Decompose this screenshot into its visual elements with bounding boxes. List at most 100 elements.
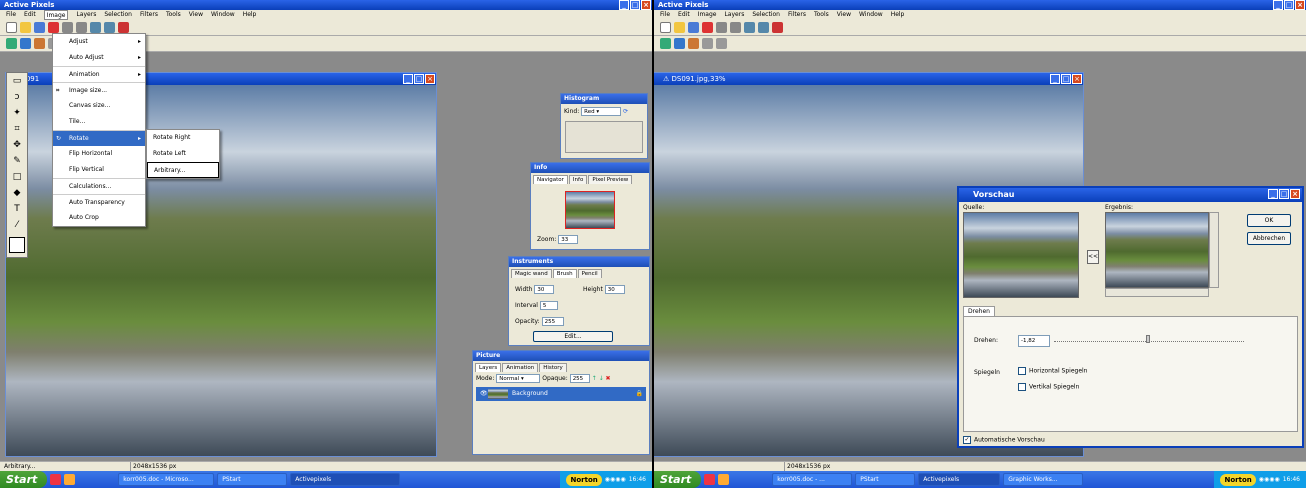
- source-preview[interactable]: [963, 212, 1079, 298]
- copy-icon[interactable]: [104, 22, 115, 33]
- minimize-button[interactable]: _: [1273, 0, 1283, 10]
- quicklaunch-icon[interactable]: [50, 474, 62, 485]
- menu-layers[interactable]: Layers: [724, 10, 744, 20]
- refresh-icon[interactable]: ⟳: [623, 108, 628, 115]
- doc-maximize-button[interactable]: □: [414, 74, 424, 84]
- start-button[interactable]: Start: [654, 471, 702, 488]
- close-button[interactable]: ×: [641, 0, 651, 10]
- menu-item-auto-transparency[interactable]: Auto Transparency: [53, 194, 145, 210]
- menu-item-auto-crop[interactable]: Auto Crop: [53, 210, 145, 226]
- brush-icon[interactable]: [20, 38, 31, 49]
- maximize-button[interactable]: □: [630, 0, 640, 10]
- new-icon[interactable]: [6, 22, 17, 33]
- save-icon[interactable]: [34, 22, 45, 33]
- start-button[interactable]: Start: [0, 471, 48, 488]
- task-korr005[interactable]: korr005.doc - ...: [772, 473, 853, 486]
- menu-window[interactable]: Window: [859, 10, 883, 20]
- rotate-slider-thumb[interactable]: [1146, 335, 1150, 343]
- delete-icon[interactable]: [772, 22, 783, 33]
- menu-image[interactable]: Image: [43, 10, 69, 20]
- width-input[interactable]: 30: [534, 285, 555, 294]
- menu-item-rotate[interactable]: ↻ Rotate ▸: [53, 130, 145, 146]
- rotate-angle-input[interactable]: -1,82: [1018, 335, 1050, 347]
- mode-select[interactable]: Normal ▾: [496, 374, 541, 383]
- lock-icon[interactable]: 🔒: [636, 387, 643, 401]
- zoom-icon[interactable]: [716, 38, 727, 49]
- new-icon[interactable]: [660, 22, 671, 33]
- task-pstart[interactable]: PStart: [217, 473, 288, 486]
- menu-view[interactable]: View: [837, 10, 851, 20]
- menu-edit[interactable]: Edit: [678, 10, 690, 20]
- tab-pixel-preview[interactable]: Pixel Preview: [588, 175, 633, 184]
- opaque-input[interactable]: 255: [569, 374, 590, 383]
- mirror-vertical-option[interactable]: Vertikal Spiegeln: [1018, 383, 1079, 391]
- delete-icon[interactable]: [118, 22, 129, 33]
- doc-close-button[interactable]: ×: [1072, 74, 1082, 84]
- result-horizontal-scrollbar[interactable]: [1105, 288, 1209, 297]
- brush-icon[interactable]: [674, 38, 685, 49]
- submenu-arbitrary[interactable]: Arbitrary...: [147, 162, 219, 178]
- save-icon[interactable]: [688, 22, 699, 33]
- tab-drehen[interactable]: Drehen: [963, 306, 995, 316]
- tab-magic-wand[interactable]: Magic wand: [511, 269, 552, 278]
- menu-item-auto-adjust[interactable]: Auto Adjust ▸: [53, 50, 145, 66]
- undo-icon[interactable]: [716, 22, 727, 33]
- swap-button[interactable]: <<: [1087, 250, 1099, 264]
- tab-navigator[interactable]: Navigator: [533, 175, 568, 184]
- kind-select[interactable]: Red ▾: [581, 107, 622, 116]
- navigator-thumbnail[interactable]: [565, 191, 615, 229]
- menu-item-animation[interactable]: Animation ▸: [53, 66, 145, 82]
- mirror-horizontal-option[interactable]: Horizontal Spiegeln: [1018, 367, 1088, 375]
- tab-history[interactable]: History: [539, 363, 567, 372]
- menu-item-flip-horizontal[interactable]: Flip Horizontal: [53, 146, 145, 162]
- layer-row-background[interactable]: 👁 Background 🔒: [476, 387, 646, 401]
- cut-icon[interactable]: [744, 22, 755, 33]
- ok-button[interactable]: OK: [1247, 214, 1291, 227]
- doc-close-button[interactable]: ×: [425, 74, 435, 84]
- menu-item-flip-vertical[interactable]: Flip Vertical: [53, 162, 145, 178]
- tab-pencil[interactable]: Pencil: [577, 269, 602, 278]
- dialog-minimize-button[interactable]: _: [1268, 189, 1278, 199]
- move-tool-icon[interactable]: ✥: [7, 137, 27, 153]
- menu-help[interactable]: Help: [243, 10, 257, 20]
- norton-badge[interactable]: Norton: [1220, 473, 1256, 486]
- auto-preview-checkbox[interactable]: ✓: [963, 436, 971, 444]
- menu-item-canvas-size[interactable]: Canvas size...: [53, 98, 145, 114]
- menu-edit[interactable]: Edit: [24, 10, 36, 20]
- task-graphic-works[interactable]: Graphic Works...: [1003, 473, 1084, 486]
- tab-info[interactable]: Info: [568, 175, 588, 184]
- fill-tool-icon[interactable]: ◆: [7, 185, 27, 201]
- redo-icon[interactable]: [76, 22, 87, 33]
- fill-icon[interactable]: [688, 38, 699, 49]
- menu-selection[interactable]: Selection: [752, 10, 780, 20]
- mirror-horizontal-checkbox[interactable]: [1018, 367, 1026, 375]
- menu-item-tile[interactable]: Tile...: [53, 114, 145, 130]
- tray-icons[interactable]: ◉◉◉◉: [1259, 476, 1280, 483]
- text-tool-icon[interactable]: T: [7, 201, 27, 217]
- menu-item-adjust[interactable]: Adjust ▸: [53, 34, 145, 50]
- auto-preview-option[interactable]: ✓ Automatische Vorschau: [963, 436, 1045, 444]
- result-preview[interactable]: [1105, 212, 1209, 288]
- layer-up-icon[interactable]: ↑: [592, 375, 597, 382]
- menu-help[interactable]: Help: [891, 10, 905, 20]
- open-icon[interactable]: [20, 22, 31, 33]
- result-vertical-scrollbar[interactable]: [1209, 212, 1219, 288]
- cancel-button[interactable]: Abbrechen: [1247, 232, 1291, 245]
- menu-file[interactable]: File: [6, 10, 16, 20]
- submenu-rotate-right[interactable]: Rotate Right: [147, 130, 219, 146]
- zoom-input[interactable]: 33: [558, 235, 579, 244]
- norton-badge[interactable]: Norton: [566, 473, 602, 486]
- dialog-maximize-button[interactable]: □: [1279, 189, 1289, 199]
- task-korr005[interactable]: korr005.doc - Microso...: [118, 473, 215, 486]
- menu-item-image-size[interactable]: ⌗ Image size...: [53, 82, 145, 98]
- menu-filters[interactable]: Filters: [788, 10, 806, 20]
- quicklaunch-icon[interactable]: [718, 474, 730, 485]
- close-button[interactable]: ×: [1295, 0, 1305, 10]
- submenu-rotate-left[interactable]: Rotate Left: [147, 146, 219, 162]
- shape-tool-icon[interactable]: □: [7, 169, 27, 185]
- menu-layers[interactable]: Layers: [76, 10, 96, 20]
- cut-icon[interactable]: [90, 22, 101, 33]
- doc-minimize-button[interactable]: _: [1050, 74, 1060, 84]
- delete-layer-icon[interactable]: ✖: [606, 375, 611, 382]
- quicklaunch-icon[interactable]: [704, 474, 716, 485]
